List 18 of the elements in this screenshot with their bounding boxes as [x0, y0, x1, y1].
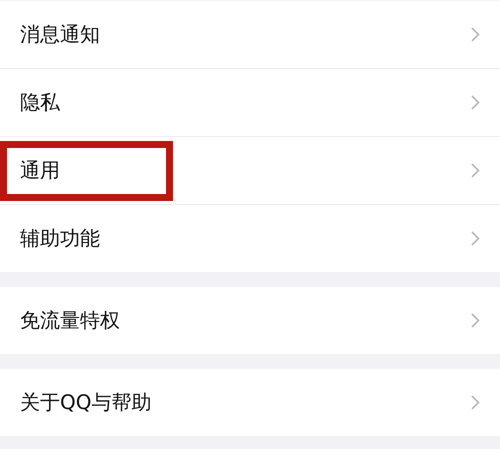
item-label: 消息通知 [20, 21, 100, 48]
settings-item[interactable]: 通用 [0, 137, 500, 205]
chevron-icon [471, 395, 480, 410]
chevron-icon [471, 231, 480, 246]
settings-item[interactable]: 消息通知 [0, 1, 500, 69]
chevron-icon [471, 313, 480, 328]
item-label: 通用 [20, 157, 60, 184]
item-label: 辅助功能 [20, 225, 100, 252]
settings-item[interactable]: 关于QQ与帮助 [0, 369, 500, 436]
settings-item[interactable]: 隐私 [0, 69, 500, 137]
item-label: 隐私 [20, 89, 60, 116]
chevron-icon [471, 27, 480, 42]
chevron-icon [471, 163, 480, 178]
item-label: 关于QQ与帮助 [20, 389, 152, 416]
settings-item[interactable]: 免流量特权 [0, 287, 500, 354]
item-label: 免流量特权 [20, 307, 120, 334]
chevron-icon [471, 95, 480, 110]
settings-item[interactable]: 辅助功能 [0, 205, 500, 272]
